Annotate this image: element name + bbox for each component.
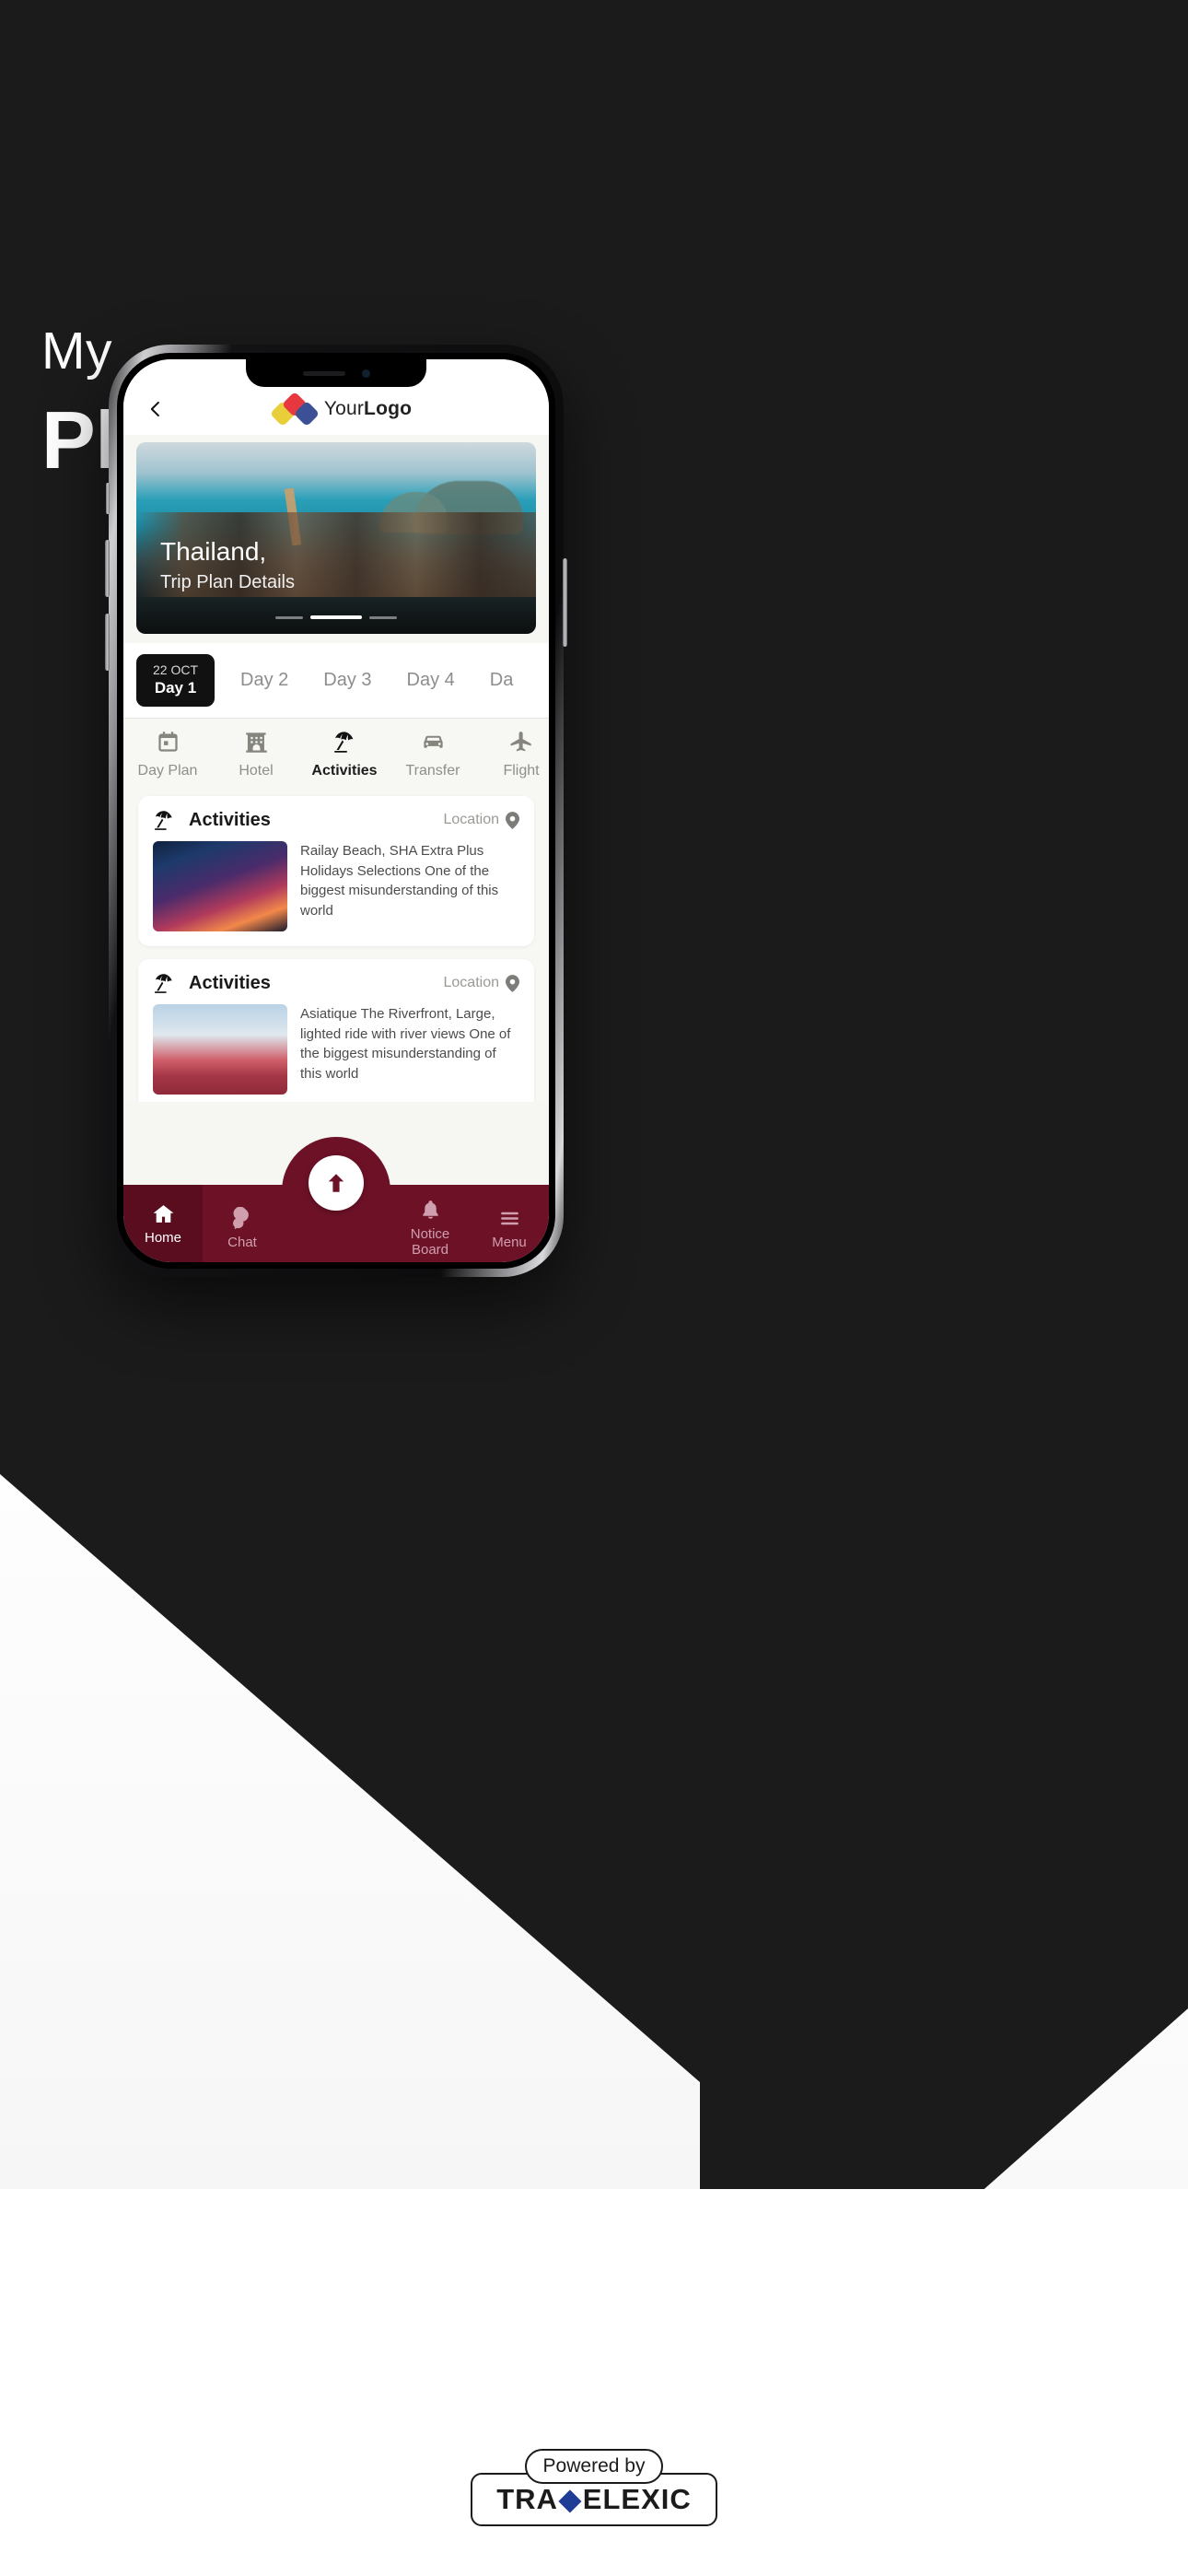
- phone-volume-up-button: [105, 540, 110, 597]
- tab-transfer[interactable]: Transfer: [389, 730, 477, 779]
- activity-card[interactable]: Activities Location Asiatique The Riverf…: [138, 958, 534, 1102]
- logo-diamonds-icon: [269, 391, 320, 427]
- activity-card-title: Activities: [189, 809, 271, 830]
- beach-umbrella-icon: [155, 811, 172, 830]
- tab-transfer-label: Transfer: [405, 762, 460, 779]
- nav-item-home-label: Home: [144, 1229, 181, 1246]
- tab-day-plan[interactable]: Day Plan: [123, 730, 212, 779]
- nav-item-notice-board[interactable]: Notice Board: [390, 1189, 470, 1258]
- phone-power-button: [563, 558, 567, 647]
- beach-umbrella-icon: [155, 974, 172, 993]
- logo-text-bold: Logo: [364, 398, 413, 419]
- nav-item-chat[interactable]: Chat: [203, 1198, 282, 1250]
- activity-card-body: Asiatique The Riverfront, Large, lighted…: [153, 1003, 519, 1095]
- nav-item-menu-label: Menu: [492, 1234, 527, 1250]
- app-screen: YourLogo Thailand, Trip Plan Details 22 …: [123, 359, 549, 1262]
- day-tab-date: 22 OCT: [153, 662, 199, 677]
- arrow-up-circle-icon: [328, 1174, 344, 1192]
- activity-thumbnail[interactable]: [153, 840, 287, 931]
- app-logo[interactable]: YourLogo: [155, 391, 530, 427]
- hamburger-menu-icon: [500, 1212, 518, 1224]
- hero-text: Thailand, Trip Plan Details: [160, 537, 295, 593]
- calendar-icon: [157, 732, 178, 752]
- activity-description: Asiatique The Riverfront, Large, lighted…: [300, 1005, 511, 1083]
- tab-hotel-label: Hotel: [239, 762, 274, 779]
- carousel-dot[interactable]: [369, 615, 397, 619]
- hero-banner[interactable]: Thailand, Trip Plan Details: [136, 442, 536, 634]
- nav-item-chat-label: Chat: [227, 1234, 257, 1250]
- nav-item-notice-board-label: Notice Board: [410, 1226, 450, 1258]
- map-pin-icon: [506, 812, 519, 829]
- bell-icon: [422, 1200, 438, 1219]
- tab-activities-label: Activities: [311, 762, 378, 779]
- beach-umbrella-icon: [333, 732, 353, 753]
- category-tabs[interactable]: Day Plan Hotel Activities Transfer Fligh…: [123, 717, 549, 789]
- tab-activities[interactable]: Activities: [300, 730, 389, 779]
- logo-text-light: Your: [323, 398, 365, 419]
- day-tab-selected[interactable]: 22 OCT Day 1: [136, 654, 215, 707]
- phone-bezel: YourLogo Thailand, Trip Plan Details 22 …: [117, 353, 555, 1269]
- tab-hotel[interactable]: Hotel: [212, 730, 300, 779]
- activity-card-title: Activities: [189, 972, 271, 993]
- brand-text-post: ELEXIC: [582, 2483, 692, 2515]
- powered-by-footer: Powered by TRA ◆ ELEXIC: [456, 2449, 732, 2526]
- earpiece-speaker: [302, 370, 345, 376]
- activity-location-label: Location: [443, 975, 500, 991]
- phone-notch: [246, 359, 426, 387]
- day-tabs[interactable]: 22 OCT Day 1 Day 2 Day 3 Day 4 Da: [123, 643, 549, 718]
- phone-silent-switch: [106, 483, 110, 514]
- scroll-to-top-button[interactable]: [309, 1155, 364, 1211]
- brand-text-pre: TRA: [496, 2483, 558, 2515]
- day-tab-3[interactable]: Day 3: [314, 670, 380, 691]
- carousel-dot-active[interactable]: [310, 615, 362, 619]
- activity-location[interactable]: Location: [443, 975, 519, 992]
- activity-location[interactable]: Location: [443, 812, 519, 829]
- day-tab-label: Day 1: [154, 678, 197, 697]
- phone-volume-down-button: [105, 614, 110, 671]
- activities-list[interactable]: Activities Location Railay Beach, SHA Ex…: [123, 788, 549, 1102]
- front-camera: [361, 369, 370, 378]
- carousel-dot[interactable]: [275, 615, 303, 619]
- day-tab-5[interactable]: Da: [481, 670, 523, 691]
- nav-item-home[interactable]: Home: [123, 1185, 203, 1262]
- chat-bubbles-icon: [232, 1206, 249, 1229]
- hero-subtitle: Trip Plan Details: [160, 572, 295, 592]
- home-icon: [153, 1204, 173, 1223]
- tab-flight-label: Flight: [503, 762, 540, 779]
- nav-item-menu[interactable]: Menu: [470, 1198, 549, 1250]
- day-tab-2[interactable]: Day 2: [231, 670, 297, 691]
- activity-card[interactable]: Activities Location Railay Beach, SHA Ex…: [138, 795, 534, 946]
- day-tab-4[interactable]: Day 4: [398, 670, 464, 691]
- carousel-dots[interactable]: [275, 615, 397, 619]
- powered-by-label: Powered by: [524, 2449, 664, 2484]
- activity-card-header: Activities Location: [153, 809, 519, 832]
- logo-text: YourLogo: [324, 398, 412, 420]
- activity-card-body: Railay Beach, SHA Extra Plus Holidays Se…: [153, 840, 519, 931]
- map-pin-icon: [506, 975, 519, 992]
- activity-description: Railay Beach, SHA Extra Plus Holidays Se…: [300, 842, 499, 919]
- hero-title: Thailand,: [160, 537, 267, 567]
- brand-pin-icon: ◆: [558, 2483, 582, 2515]
- activity-location-label: Location: [443, 812, 500, 828]
- tab-flight[interactable]: Flight: [477, 730, 549, 779]
- scroll-to-top-area: [282, 1137, 390, 1246]
- car-icon: [423, 735, 443, 748]
- activity-thumbnail[interactable]: [153, 1003, 287, 1095]
- activity-card-header: Activities Location: [153, 972, 519, 995]
- phone-mockup: YourLogo Thailand, Trip Plan Details 22 …: [105, 345, 567, 1277]
- tab-day-plan-label: Day Plan: [137, 762, 198, 779]
- airplane-icon: [510, 732, 531, 752]
- hotel-icon: [245, 732, 267, 753]
